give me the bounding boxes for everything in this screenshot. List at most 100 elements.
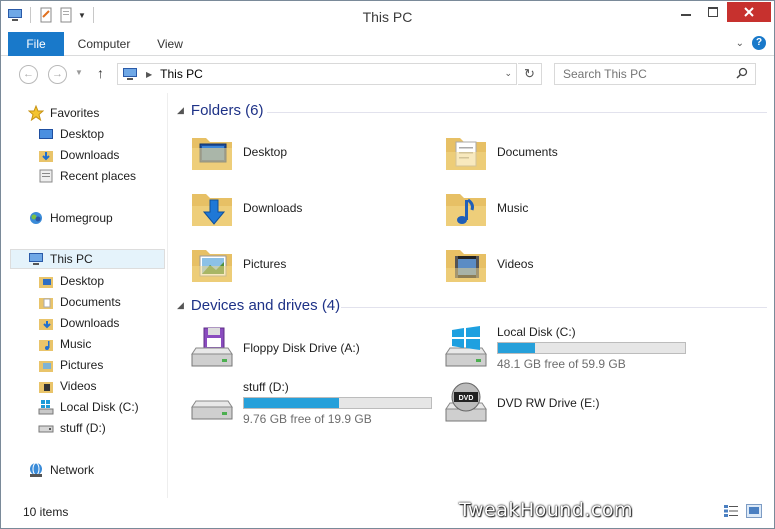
- nav-network[interactable]: Network: [28, 460, 94, 480]
- star-icon: [28, 105, 44, 121]
- nav-label: Favorites: [50, 106, 100, 120]
- devices-group-header[interactable]: ◢ Devices and drives (4): [177, 297, 340, 314]
- tab-computer[interactable]: Computer: [71, 32, 137, 56]
- refresh-button[interactable]: ↻: [518, 63, 542, 85]
- nav-label: Local Disk (C:): [60, 400, 139, 414]
- folders-group-header[interactable]: ◢ Folders (6): [177, 102, 263, 119]
- address-bar[interactable]: ▶ This PC ⌄: [117, 63, 517, 85]
- close-button[interactable]: [727, 2, 771, 22]
- ribbon-controls: ⌄ ?: [736, 36, 766, 50]
- forward-button[interactable]: →: [48, 65, 67, 84]
- nav-favorites-recent-places[interactable]: Recent places: [38, 166, 136, 186]
- breadcrumb-separator-icon[interactable]: ▶: [146, 70, 152, 79]
- nav-label: Downloads: [60, 316, 120, 330]
- tile-label: Downloads: [243, 201, 303, 215]
- pictures-folder-icon: [192, 250, 232, 282]
- group-title: Folders (6): [190, 102, 264, 119]
- up-button[interactable]: ↑: [97, 65, 104, 81]
- nav-pc-videos[interactable]: Videos: [38, 376, 96, 396]
- drive-name: stuff (D:): [243, 380, 289, 394]
- item-count: 10 items: [23, 505, 69, 519]
- back-arrow-icon: ←: [23, 68, 34, 80]
- nav-label: This PC: [50, 252, 93, 266]
- maximize-button[interactable]: [700, 2, 726, 22]
- drive-icon: [191, 400, 233, 420]
- nav-label: Documents: [60, 295, 121, 309]
- content-pane: ◢ Folders (6) Desktop Documents Download…: [169, 93, 773, 498]
- nav-pc-stuff-d[interactable]: stuff (D:): [38, 418, 106, 438]
- dvd-drive-icon: DVD: [445, 382, 487, 422]
- documents-folder-icon: [446, 138, 486, 170]
- drive-free-space: 48.1 GB free of 59.9 GB: [497, 357, 626, 371]
- search-icon[interactable]: [736, 67, 748, 79]
- this-pc-icon: [123, 68, 137, 80]
- folder-icon: [39, 277, 53, 288]
- nav-pc-local-disk-c[interactable]: Local Disk (C:): [38, 397, 139, 417]
- navigation-bar: ← → ▼ ↑ ▶ This PC ⌄ ↻: [1, 57, 774, 91]
- nav-pc-desktop[interactable]: Desktop: [38, 271, 104, 291]
- folder-tile-documents[interactable]: Documents: [442, 124, 558, 180]
- folder-icon: [39, 319, 53, 330]
- expand-ribbon-chevron-icon[interactable]: ⌄: [736, 38, 744, 49]
- nav-label: Desktop: [60, 274, 105, 288]
- drive-usage-fill: [498, 343, 535, 353]
- folder-tile-videos[interactable]: Videos: [442, 236, 533, 292]
- ribbon-tabs: File Computer View ⌄ ?: [1, 32, 774, 56]
- this-pc-icon: [29, 253, 43, 265]
- homegroup-icon: [30, 212, 42, 224]
- windows-drive-icon: [38, 400, 54, 415]
- group-divider: [341, 307, 767, 308]
- desktop-folder-icon: [192, 138, 232, 170]
- help-icon[interactable]: ?: [752, 36, 766, 50]
- address-history-dropdown-icon[interactable]: ⌄: [504, 68, 512, 79]
- drive-tile-floppy-a[interactable]: Floppy Disk Drive (A:): [188, 320, 360, 376]
- details-view-icon[interactable]: [723, 504, 739, 518]
- minimize-button[interactable]: [673, 2, 699, 22]
- drive-free-space: 9.76 GB free of 19.9 GB: [243, 412, 372, 426]
- group-divider: [267, 112, 767, 113]
- drive-usage-bar: [243, 397, 432, 409]
- drive-usage-fill: [244, 398, 340, 408]
- back-button[interactable]: ←: [19, 65, 38, 84]
- drive-tile-stuff-d[interactable]: stuff (D:) 9.76 GB free of 19.9 GB: [188, 375, 432, 431]
- large-icons-view-icon[interactable]: [746, 504, 762, 518]
- folder-tile-desktop[interactable]: Desktop: [188, 124, 287, 180]
- tab-view[interactable]: View: [147, 32, 193, 56]
- search-input[interactable]: [554, 63, 756, 85]
- nav-this-pc[interactable]: This PC: [10, 249, 165, 269]
- folder-tile-pictures[interactable]: Pictures: [188, 236, 286, 292]
- folder-icon: [39, 340, 53, 351]
- nav-pc-pictures[interactable]: Pictures: [38, 355, 103, 375]
- nav-label: Pictures: [60, 358, 104, 372]
- nav-label: Music: [60, 337, 92, 351]
- tab-file[interactable]: File: [8, 32, 64, 56]
- drive-name: DVD RW Drive (E:): [497, 396, 600, 410]
- downloads-folder-icon: [39, 151, 53, 162]
- nav-favorites[interactable]: Favorites: [28, 103, 99, 123]
- breadcrumb-this-pc[interactable]: This PC: [160, 67, 203, 81]
- network-icon: [30, 462, 42, 477]
- nav-favorites-downloads[interactable]: Downloads: [38, 145, 119, 165]
- refresh-icon: ↻: [524, 66, 535, 81]
- folder-icon: [39, 382, 53, 393]
- close-icon: [744, 7, 754, 17]
- recent-locations-dropdown-icon[interactable]: ▼: [75, 68, 83, 77]
- downloads-folder-icon: [192, 194, 232, 226]
- collapse-chevron-icon: ◢: [177, 105, 184, 115]
- drive-icon: [38, 425, 54, 433]
- nav-pc-downloads[interactable]: Downloads: [38, 313, 119, 333]
- drive-tile-dvd-e[interactable]: DVD DVD RW Drive (E:): [442, 375, 599, 431]
- navigation-pane: Favorites Desktop Downloads Recent place…: [1, 93, 168, 498]
- tile-label: Desktop: [243, 145, 288, 159]
- folder-tile-downloads[interactable]: Downloads: [188, 180, 302, 236]
- title-bar: ▼ This PC: [1, 1, 774, 32]
- nav-favorites-desktop[interactable]: Desktop: [38, 124, 104, 144]
- recent-places-icon: [39, 169, 53, 183]
- nav-pc-music[interactable]: Music: [38, 334, 91, 354]
- nav-homegroup[interactable]: Homegroup: [28, 208, 113, 228]
- drive-tile-local-disk-c[interactable]: Local Disk (C:) 48.1 GB free of 59.9 GB: [442, 320, 686, 376]
- folder-tile-music[interactable]: Music: [442, 180, 528, 236]
- nav-pc-documents[interactable]: Documents: [38, 292, 121, 312]
- nav-label: Downloads: [60, 148, 120, 162]
- nav-label: stuff (D:): [60, 421, 106, 435]
